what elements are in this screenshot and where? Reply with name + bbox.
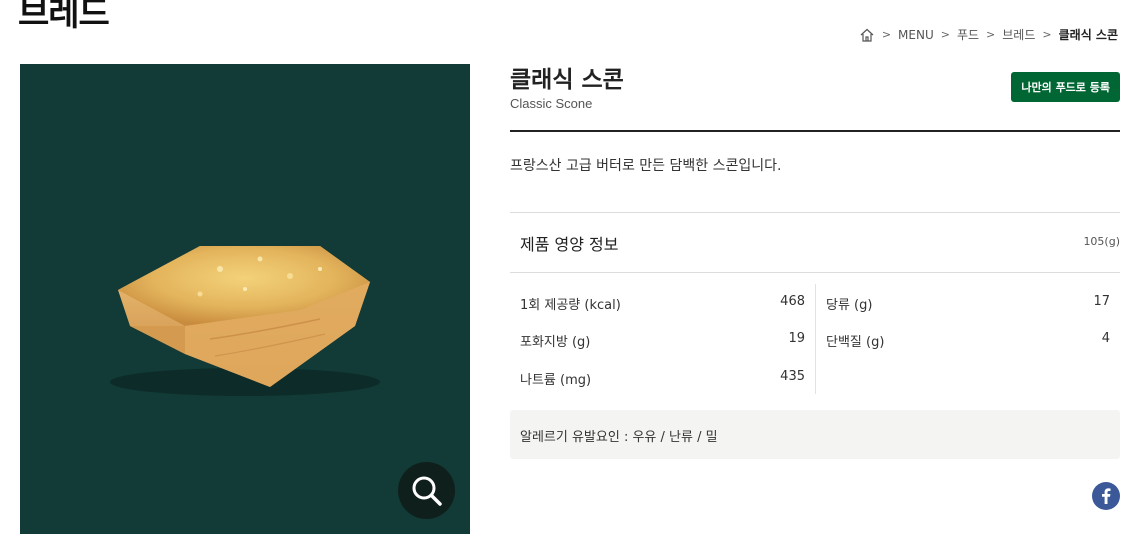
- nutrition-value: 19: [788, 331, 805, 346]
- nutrition-value: 17: [1093, 294, 1110, 309]
- breadcrumb-item-menu[interactable]: MENU: [898, 28, 934, 42]
- breadcrumb-item-food[interactable]: 푸드: [957, 26, 979, 43]
- zoom-button[interactable]: [398, 462, 455, 519]
- breadcrumb-item-bread[interactable]: 브레드: [1002, 26, 1035, 43]
- allergy-info: 알레르기 유발요인 : 우유 / 난류 / 밀: [510, 410, 1120, 459]
- product-detail: 클래식 스콘 Classic Scone 나만의 푸드로 등록 프랑스산 고급 …: [510, 58, 1120, 510]
- nutrition-column-left: 1회 제공량 (kcal) 468 포화지방 (g) 19 나트륨 (mg) 4…: [510, 284, 815, 394]
- product-description: 프랑스산 고급 버터로 만든 담백한 스콘입니다.: [510, 158, 782, 174]
- nutrition-column-right: 당류 (g) 17 단백질 (g) 4: [815, 284, 1120, 394]
- nutrition-label: 당류 (g): [826, 298, 873, 313]
- search-icon: [412, 476, 442, 506]
- nutrition-label: 포화지방 (g): [520, 335, 591, 350]
- nutrition-row-kcal: 1회 제공량 (kcal) 468: [520, 294, 805, 314]
- nutrition-row-saturated-fat: 포화지방 (g) 19: [520, 331, 805, 351]
- nutrition-label: 나트륨 (mg): [520, 373, 592, 388]
- nutrition-row-sodium: 나트륨 (mg) 435: [520, 369, 805, 389]
- page-title: 브레드: [18, 0, 110, 34]
- nutrition-row-protein: 단백질 (g) 4: [826, 331, 1110, 351]
- nutrition-header: 제품 영양 정보 105(g): [510, 212, 1120, 273]
- breadcrumb-separator: >: [881, 28, 892, 41]
- product-image: [20, 64, 470, 534]
- nutrition-title: 제품 영양 정보: [520, 235, 619, 254]
- serving-size: 105(g): [1083, 235, 1120, 248]
- nutrition-table: 1회 제공량 (kcal) 468 포화지방 (g) 19 나트륨 (mg) 4…: [510, 284, 1120, 394]
- nutrition-value: 4: [1101, 331, 1110, 346]
- breadcrumb-current: 클래식 스콘: [1058, 28, 1118, 42]
- breadcrumb-separator: >: [940, 28, 950, 41]
- nutrition-label: 단백질 (g): [826, 335, 885, 350]
- scone-illustration: [110, 246, 380, 396]
- nutrition-row-sugars: 당류 (g) 17: [826, 294, 1110, 314]
- breadcrumb-separator: >: [986, 28, 996, 41]
- breadcrumb: > MENU > 푸드 > 브레드 > 클래식 스콘: [859, 26, 1118, 43]
- breadcrumb-separator: >: [1042, 28, 1052, 41]
- register-my-food-button[interactable]: 나만의 푸드로 등록: [1011, 72, 1120, 102]
- nutrition-label: 1회 제공량 (kcal): [520, 298, 621, 313]
- facebook-share-icon[interactable]: [1092, 482, 1120, 510]
- allergy-text: 알레르기 유발요인 : 우유 / 난류 / 밀: [520, 430, 718, 445]
- nutrition-value: 435: [780, 369, 805, 384]
- home-icon[interactable]: [859, 27, 875, 43]
- nutrition-value: 468: [780, 294, 805, 309]
- title-divider: [510, 130, 1120, 132]
